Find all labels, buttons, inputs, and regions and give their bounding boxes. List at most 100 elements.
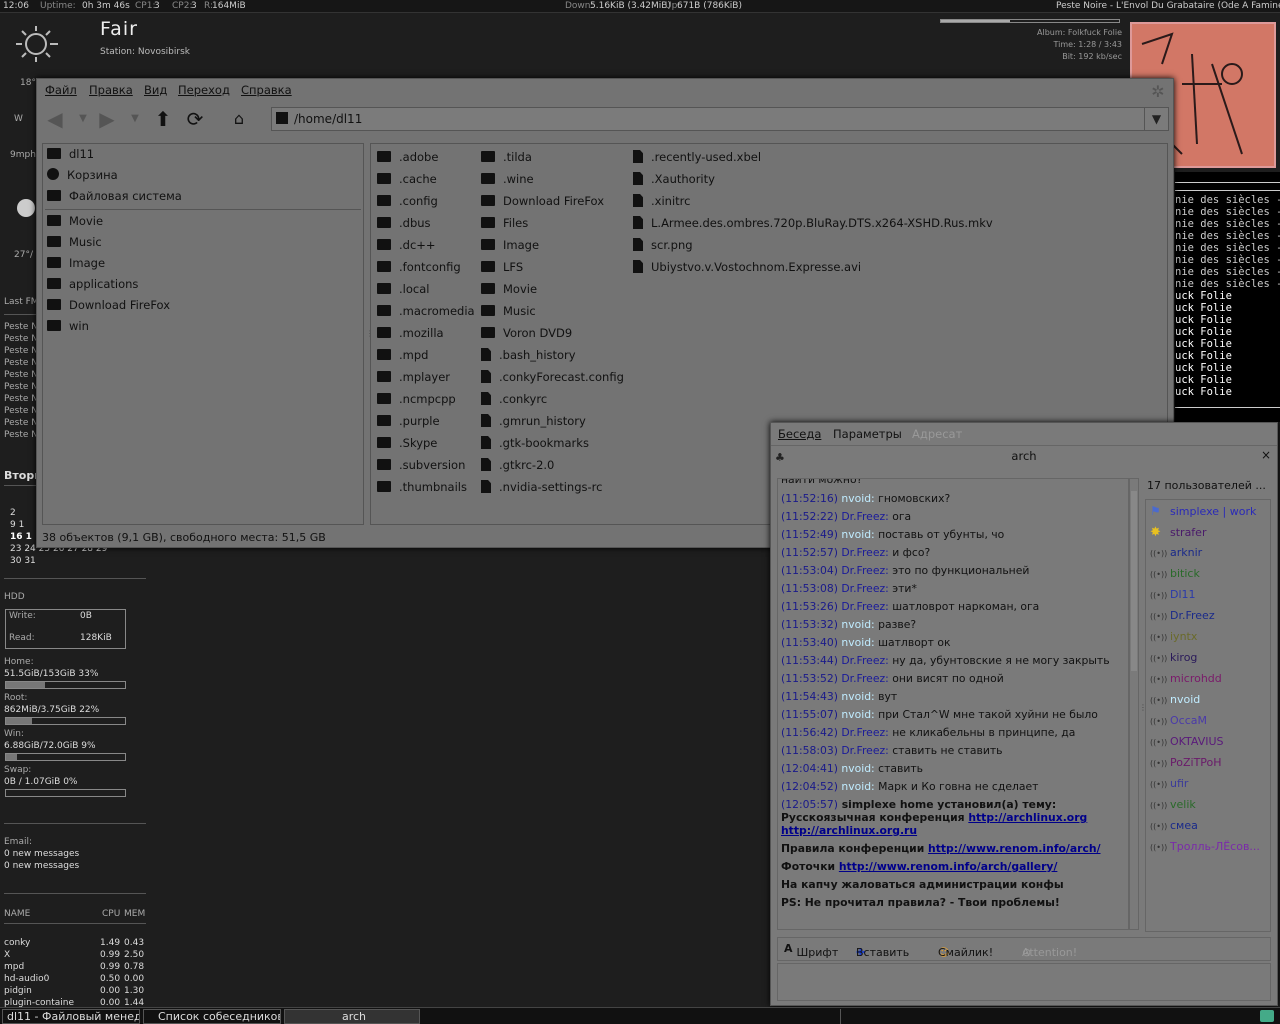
file-item[interactable]: Image [481,238,539,256]
user-list-item[interactable]: ((•)) Dr.Freez [1150,609,1215,622]
task-chat-arch[interactable]: arch [284,1009,420,1024]
file-item[interactable]: .mozilla [377,326,444,344]
file-item[interactable]: .bash_history [481,348,576,366]
user-list-item[interactable]: ((•)) nvoid [1150,693,1200,706]
file-item[interactable]: Movie [481,282,537,300]
sidebar-item-movie[interactable]: Movie [47,214,103,234]
file-item[interactable]: .dbus [377,216,431,234]
scroll-thumb[interactable] [1131,491,1137,671]
message-nick[interactable]: Dr.Freez: [841,726,888,739]
file-item[interactable]: .Skype [377,436,437,454]
file-item[interactable]: .config [377,194,438,212]
menu-view[interactable]: Вид [144,83,167,97]
message-nick[interactable]: nvoid: [841,708,874,721]
file-item[interactable]: .dc++ [377,238,436,256]
message-nick[interactable]: nvoid: [841,636,874,649]
file-item[interactable]: Ubiystvo.v.Vostochnom.Expresse.avi [633,260,861,278]
sidebar-item-win[interactable]: win [47,319,89,339]
user-list-item[interactable]: ((•)) смеа [1150,819,1198,832]
message-nick[interactable]: nvoid: [841,618,874,631]
sidebar-item-music[interactable]: Music [47,235,102,255]
file-item[interactable]: Voron DVD9 [481,326,572,344]
forward-arrow-icon[interactable]: ▶ [95,107,119,131]
task-file-manager[interactable]: dl11 - Файловый менед... [2,1009,140,1024]
message-nick[interactable]: Dr.Freez: [841,510,888,523]
file-item[interactable]: L.Armee.des.ombres.720p.BluRay.DTS.x264-… [633,216,993,234]
message-nick[interactable]: Dr.Freez: [841,564,888,577]
user-list-item[interactable]: ⚑ simplexe | work [1150,504,1256,518]
sidebar-item-download-firefox[interactable]: Download FireFox [47,298,170,318]
message-nick[interactable]: Dr.Freez: [841,600,888,613]
file-item[interactable]: .wine [481,172,534,190]
menu-edit[interactable]: Правка [89,83,133,97]
menu-file[interactable]: Файл [45,83,77,97]
message-nick[interactable]: Dr.Freez: [841,654,888,667]
message-nick[interactable]: Dr.Freez: [841,744,888,757]
file-item[interactable]: .gtk-bookmarks [481,436,589,454]
user-list-item[interactable]: ((•)) Тролль-ЛЁсов... [1150,840,1260,853]
message-nick[interactable]: Dr.Freez: [841,582,888,595]
menu-go[interactable]: Переход [178,83,230,97]
file-item[interactable]: .mplayer [377,370,450,388]
topic-link[interactable]: http://www.renom.info/arch/gallery/ [839,860,1058,873]
file-item[interactable]: .thumbnails [377,480,467,498]
sidebar-item-dl11[interactable]: dl11 [47,147,94,167]
file-item[interactable]: .Xauthority [633,172,715,190]
pane-splitter[interactable]: ⋮ [366,329,374,343]
topic-link[interactable]: http://www.renom.info/arch/ [928,842,1100,855]
user-list-item[interactable]: ((•)) bitick [1150,567,1200,580]
message-nick[interactable]: nvoid: [841,780,874,793]
sidebar-item-image[interactable]: Image [47,256,105,276]
chevron-down-icon[interactable]: ▼ [71,107,95,131]
file-item[interactable]: Files [481,216,528,234]
file-item[interactable]: .purple [377,414,440,432]
task-buddy-list[interactable]: Список собеседников [143,1009,281,1024]
topic-link[interactable]: http://archlinux.org [968,811,1087,824]
file-item[interactable]: .subversion [377,458,465,476]
message-nick[interactable]: Dr.Freez: [841,672,888,685]
file-item[interactable]: .conkyrc [481,392,547,410]
tray-chat-icon[interactable] [1260,1010,1274,1022]
menu-options[interactable]: Параметры [833,427,902,441]
user-list-item[interactable]: ((•)) ufir [1150,777,1188,790]
file-item[interactable]: Music [481,304,536,322]
menu-conversation[interactable]: Беседа [778,427,821,441]
location-bar[interactable]: /home/dl11 ▼ [271,107,1169,131]
up-arrow-icon[interactable]: ⬆ [151,107,175,131]
file-item[interactable]: .fontconfig [377,260,461,278]
file-item[interactable]: .tilda [481,150,532,168]
file-item[interactable]: .adobe [377,150,438,168]
home-folder-icon[interactable]: ⌂ [227,107,251,131]
file-item[interactable]: .xinitrc [633,194,690,212]
file-item[interactable]: .mpd [377,348,428,366]
file-item[interactable]: .gtkrc-2.0 [481,458,554,476]
menu-buddy[interactable]: Адресат [912,427,962,441]
user-list-item[interactable]: ((•)) arknir [1150,546,1202,559]
chevron-down-icon[interactable]: ▼ [123,107,147,131]
message-nick[interactable]: nvoid: [841,690,874,703]
chat-tab-title[interactable]: arch [771,445,1277,467]
file-item[interactable]: .local [377,282,429,300]
file-item[interactable]: scr.png [633,238,693,256]
user-list-item[interactable]: ((•)) kirog [1150,651,1197,664]
user-list-item[interactable]: ((•)) iyntx [1150,630,1197,643]
file-item[interactable]: .recently-used.xbel [633,150,761,168]
file-item[interactable]: .gmrun_history [481,414,586,432]
user-list-item[interactable]: ✸ strafer [1150,525,1206,540]
message-nick[interactable]: nvoid: [841,762,874,775]
file-item[interactable]: .ncmpcpp [377,392,456,410]
file-item[interactable]: Download FireFox [481,194,604,212]
file-item[interactable]: .macromedia [377,304,475,322]
close-icon[interactable]: × [1261,448,1271,462]
message-input[interactable] [777,963,1271,1001]
file-item[interactable]: .conkyForecast.config [481,370,624,388]
back-arrow-icon[interactable]: ◀ [43,107,67,131]
file-item[interactable]: .cache [377,172,437,190]
message-nick[interactable]: Dr.Freez: [841,546,888,559]
reload-icon[interactable]: ⟳ [183,107,207,131]
file-item[interactable]: LFS [481,260,523,278]
chat-scrollbar[interactable] [1129,478,1139,930]
chevron-down-icon[interactable]: ▼ [1144,108,1168,130]
user-list-item[interactable]: ((•)) PoZiTPoH [1150,756,1222,769]
sidebar-item-файловая-система[interactable]: Файловая система [47,189,182,209]
